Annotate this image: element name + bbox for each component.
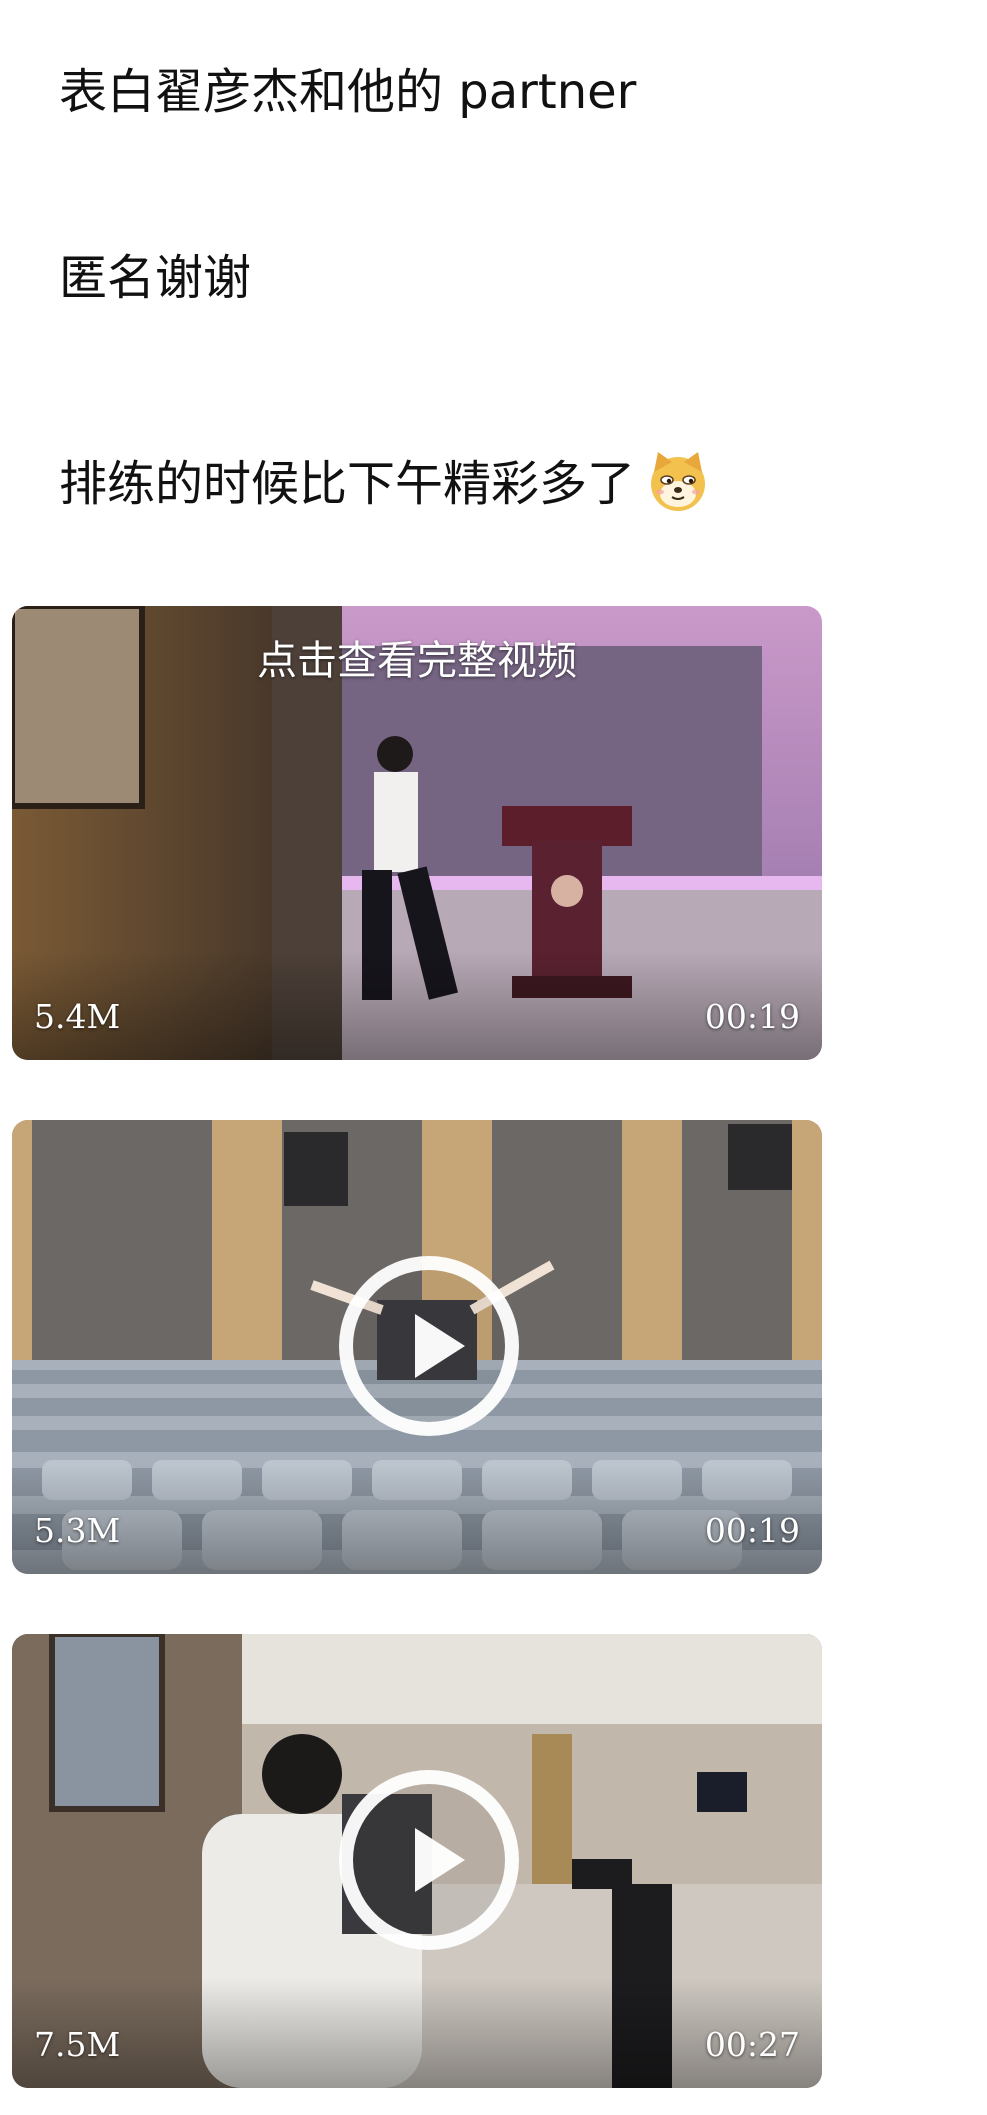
video-2-fade [12, 1464, 822, 1574]
video-2-size: 5.3M [34, 1511, 121, 1550]
video-3-duration: 00:27 [704, 2025, 800, 2064]
video-1-size: 5.4M [34, 997, 121, 1036]
video-3-fade [12, 1978, 822, 2088]
video-3-size: 7.5M [34, 2025, 121, 2064]
video-2-duration: 00:19 [704, 1511, 800, 1550]
play-icon[interactable] [339, 1256, 519, 1436]
post-line-2: 匿名谢谢 [59, 250, 252, 306]
video-1-duration: 00:19 [704, 997, 800, 1036]
video-card-3[interactable]: 7.5M 00:27 [12, 1634, 822, 2088]
doge-emoji-icon [645, 448, 711, 514]
video-card-1[interactable]: 点击查看完整视频 5.4M 00:19 [12, 606, 822, 1060]
post-line-1: 表白翟彦杰和他的 partner [59, 64, 637, 120]
view-full-video-caption[interactable]: 点击查看完整视频 [12, 628, 822, 686]
video-1-fade [12, 950, 822, 1060]
post-line-3: 排练的时候比下午精彩多了 [59, 448, 711, 514]
post-line-3-text: 排练的时候比下午精彩多了 [59, 456, 636, 512]
play-icon[interactable] [339, 1770, 519, 1950]
video-card-2[interactable]: 5.3M 00:19 [12, 1120, 822, 1574]
